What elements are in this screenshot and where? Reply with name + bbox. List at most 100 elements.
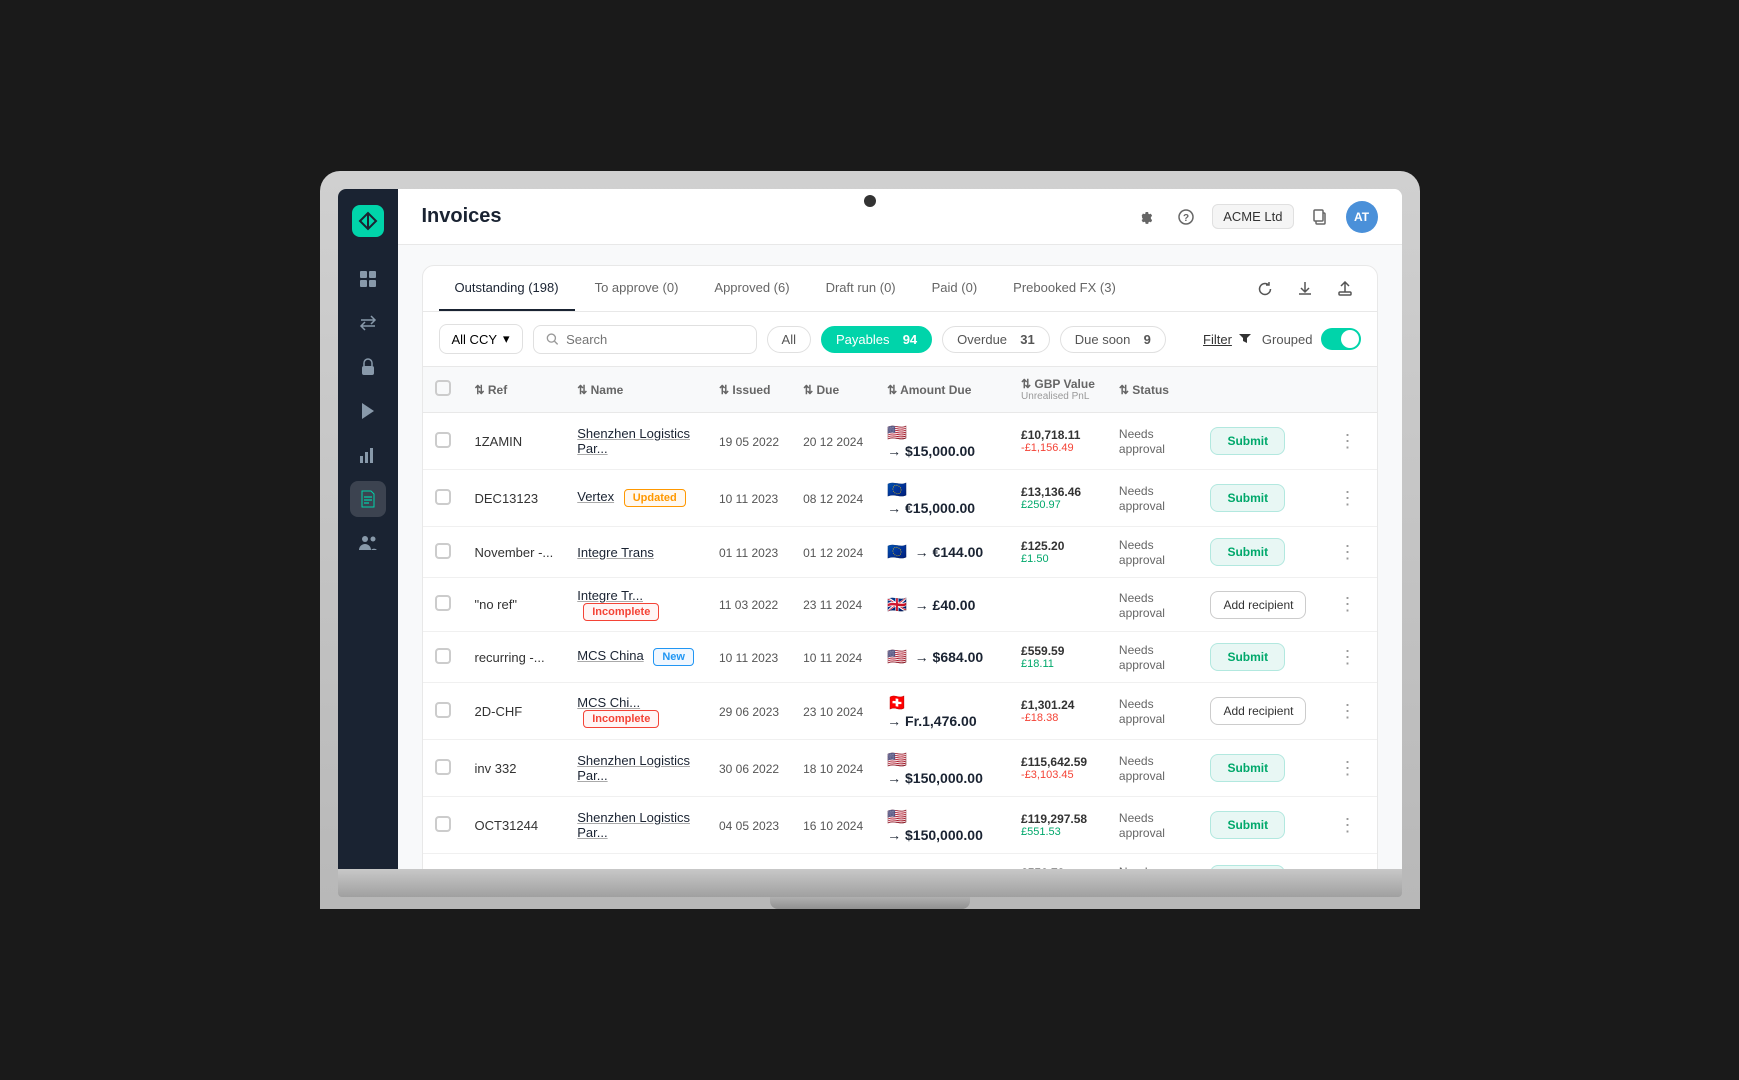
tab-outstanding[interactable]: Outstanding (198)	[439, 266, 575, 311]
more-options-button[interactable]: ⋮	[1330, 484, 1364, 513]
submit-button[interactable]: Submit	[1210, 484, 1285, 512]
tab-paid[interactable]: Paid (0)	[916, 266, 994, 311]
app-logo[interactable]	[352, 205, 384, 237]
col-gbp-value[interactable]: ⇅ GBP Value Unrealised PnL	[1009, 367, 1107, 413]
ccy-selector[interactable]: All CCY ▾	[439, 324, 523, 354]
col-due[interactable]: ⇅ Due	[791, 367, 875, 413]
export-button[interactable]	[1329, 273, 1361, 305]
sidebar-item-transfers[interactable]	[350, 305, 386, 341]
row-checkbox[interactable]	[435, 543, 451, 559]
issued-date: 30 06 2022	[719, 762, 779, 776]
help-button[interactable]: ?	[1170, 201, 1202, 233]
col-name[interactable]: ⇅ Name	[565, 367, 707, 413]
more-options-button[interactable]: ⋮	[1330, 643, 1364, 672]
name-link[interactable]: Integre Tr...	[577, 588, 643, 603]
more-options-button[interactable]: ⋮	[1330, 697, 1364, 726]
sidebar-item-play[interactable]	[350, 393, 386, 429]
col-amount[interactable]: ⇅ Amount Due	[875, 367, 1009, 413]
company-selector[interactable]: ACME Ltd	[1212, 204, 1293, 229]
row-checkbox-cell	[423, 578, 463, 632]
ref-value: 2D-CHF	[475, 704, 523, 719]
ref-cell: 2D-CHF	[463, 683, 566, 740]
due-date: 18 10 2024	[803, 762, 863, 776]
sidebar-item-users[interactable]	[350, 525, 386, 561]
laptop-base	[338, 869, 1402, 897]
filter-chip-overdue[interactable]: Overdue 31	[942, 326, 1050, 353]
row-checkbox[interactable]	[435, 702, 451, 718]
sidebar-item-invoices[interactable]	[350, 481, 386, 517]
filter-chip-all[interactable]: All	[767, 326, 811, 353]
more-options-button[interactable]: ⋮	[1330, 538, 1364, 567]
action-cell: Submit	[1198, 470, 1318, 527]
sidebar-item-dashboard[interactable]	[350, 261, 386, 297]
add-recipient-button[interactable]: Add recipient	[1210, 697, 1306, 725]
name-link[interactable]: Vertex	[577, 489, 614, 504]
submit-button[interactable]: Submit	[1210, 754, 1285, 782]
amount-value: → $150,000.00	[887, 827, 983, 843]
submit-button[interactable]: Submit	[1210, 427, 1285, 455]
user-avatar[interactable]: AT	[1346, 201, 1378, 233]
gbp-value-cell: £115,642.59 -£3,103.45	[1009, 740, 1107, 797]
row-checkbox[interactable]	[435, 648, 451, 664]
gbp-pnl: -£18.38	[1021, 712, 1095, 724]
status-badge: New	[653, 648, 694, 666]
status-cell: Needs approval	[1107, 470, 1199, 527]
gbp-value: £10,718.11	[1021, 428, 1095, 442]
sidebar-item-chart[interactable]	[350, 437, 386, 473]
tab-draft-run[interactable]: Draft run (0)	[810, 266, 912, 311]
more-options-button[interactable]: ⋮	[1330, 427, 1364, 456]
filter-chip-payables[interactable]: Payables 94	[821, 326, 932, 353]
row-checkbox[interactable]	[435, 489, 451, 505]
copy-button[interactable]	[1304, 201, 1336, 233]
more-cell: ⋮	[1318, 527, 1376, 578]
tab-to-approve[interactable]: To approve (0)	[579, 266, 695, 311]
tab-prebooked-fx[interactable]: Prebooked FX (3)	[997, 266, 1132, 311]
more-options-button[interactable]: ⋮	[1330, 590, 1364, 619]
row-checkbox[interactable]	[435, 759, 451, 775]
more-options-button[interactable]: ⋮	[1330, 811, 1364, 840]
ref-cell: recurring -...	[463, 632, 566, 683]
submit-button[interactable]: Submit	[1210, 811, 1285, 839]
settings-button[interactable]	[1128, 201, 1160, 233]
name-link[interactable]: Integre Trans	[577, 545, 654, 560]
select-all-checkbox[interactable]	[435, 380, 451, 396]
flag-icon: 🇬🇧	[887, 597, 907, 614]
tab-approved[interactable]: Approved (6)	[698, 266, 805, 311]
name-link[interactable]: Shenzhen Logistics Par...	[577, 753, 690, 783]
submit-button[interactable]: Submit	[1210, 865, 1285, 869]
sidebar-item-lock[interactable]	[350, 349, 386, 385]
col-issued[interactable]: ⇅ Issued	[707, 367, 791, 413]
grouped-switch[interactable]	[1321, 328, 1361, 350]
row-checkbox[interactable]	[435, 432, 451, 448]
row-checkbox[interactable]	[435, 595, 451, 611]
issued-cell: 19 05 2022	[707, 413, 791, 470]
header-actions: ? ACME Ltd AT	[1128, 201, 1377, 233]
name-link[interactable]: Shenzhen Logistics Par...	[577, 810, 690, 840]
col-status[interactable]: ⇅ Status	[1107, 367, 1199, 413]
name-link[interactable]: Shenzhen Logistics Par...	[577, 426, 690, 456]
search-input[interactable]	[566, 332, 743, 347]
amount-cell: 🇨🇭 → Fr.1,476.00	[875, 683, 1009, 740]
ref-value: OCT31244	[475, 818, 539, 833]
table-row: 1ZAMIN Shenzhen Logistics Par... 19 05 2…	[423, 413, 1377, 470]
download-button[interactable]	[1289, 273, 1321, 305]
row-checkbox[interactable]	[435, 816, 451, 832]
submit-button[interactable]: Submit	[1210, 643, 1285, 671]
more-options-button[interactable]: ⋮	[1330, 865, 1364, 870]
name-link[interactable]: MCS Chi...	[577, 695, 640, 710]
submit-button[interactable]: Submit	[1210, 538, 1285, 566]
name-link[interactable]: MCS China	[577, 648, 643, 663]
table-row: "no ref" Integre Tr... Incomplete 11 03 …	[423, 578, 1377, 632]
col-ref[interactable]: ⇅ Ref	[463, 367, 566, 413]
status-value: Needs approval	[1119, 811, 1165, 840]
more-cell: ⋮	[1318, 413, 1376, 470]
amount-cell: 🇺🇸 → $150,000.00	[875, 740, 1009, 797]
issued-date: 11 03 2022	[719, 598, 778, 612]
filter-button[interactable]: Filter	[1203, 332, 1252, 347]
refresh-button[interactable]	[1249, 273, 1281, 305]
ref-cell: 1ZAMIN	[463, 413, 566, 470]
gbp-pnl: -£3,103.45	[1021, 769, 1095, 781]
add-recipient-button[interactable]: Add recipient	[1210, 591, 1306, 619]
more-options-button[interactable]: ⋮	[1330, 754, 1364, 783]
filter-chip-due-soon[interactable]: Due soon 9	[1060, 326, 1166, 353]
